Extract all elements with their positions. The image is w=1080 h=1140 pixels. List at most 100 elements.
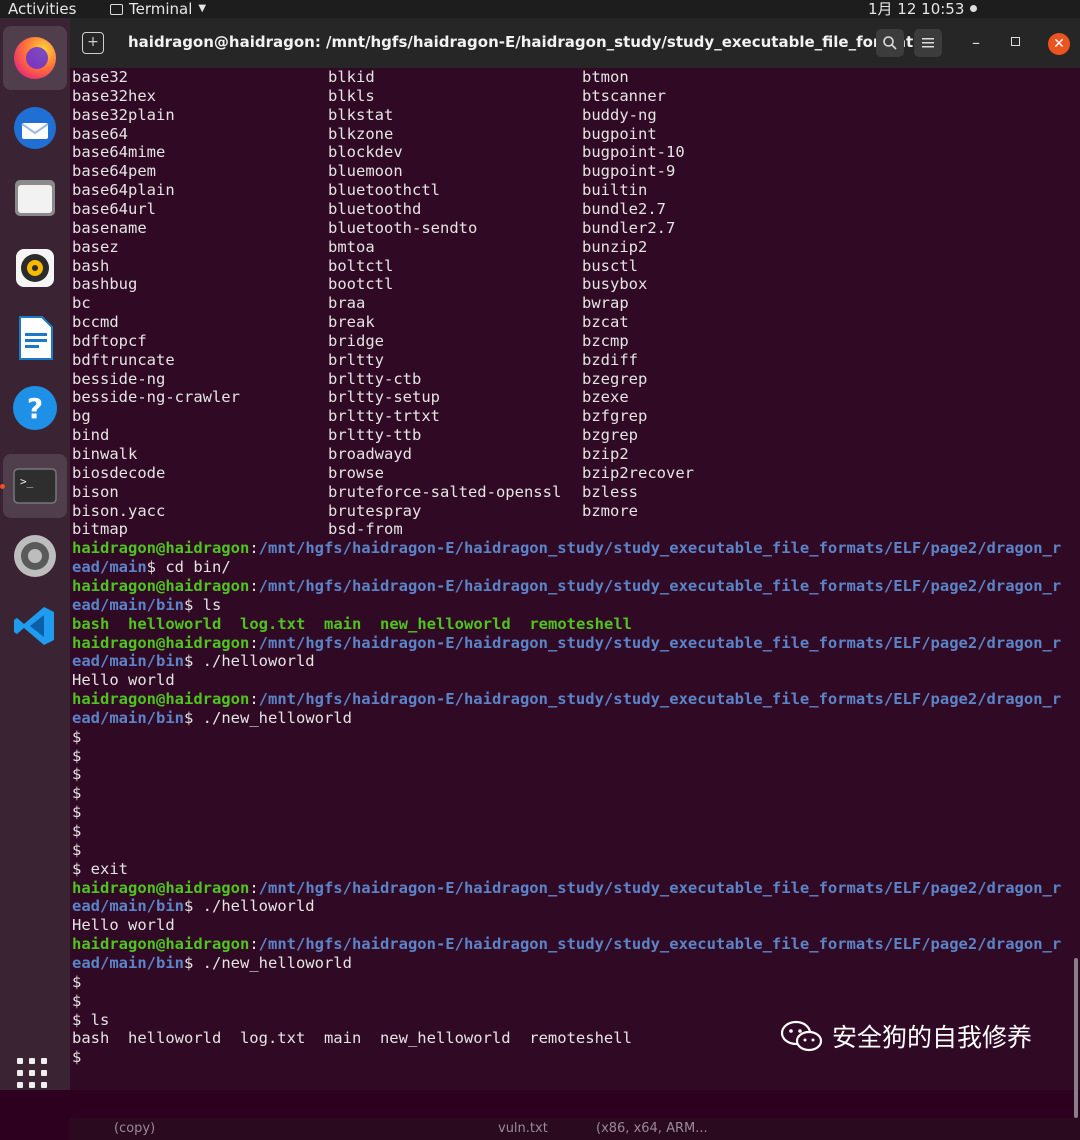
dock-writer[interactable] — [3, 306, 67, 370]
prompt-colon: : — [249, 690, 259, 709]
vscode-icon — [14, 607, 54, 645]
command: cd bin/ — [156, 558, 231, 577]
listing-cell: bzdiff — [582, 350, 638, 369]
prompt-dollar: $ — [183, 652, 194, 671]
prompt-path-wrap: ead/main/bin — [72, 953, 184, 972]
prompt-line: haidragon@haidragon:/mnt/hgfs/haidragon-… — [72, 690, 1061, 709]
prompt-path: /mnt/hgfs/haidragon-E/haidragon_study/st… — [258, 576, 1062, 595]
shell-dollar: $ — [72, 822, 82, 840]
watermark-text: 安全狗的自我修养 — [832, 1023, 1033, 1052]
listing-row: base64plain bluetoothctl builtin — [72, 181, 647, 200]
prompt-user: haidragon@haidragon — [72, 935, 250, 954]
listing-cell: base64url — [72, 199, 156, 218]
listing-cell: blockdev — [328, 143, 403, 162]
header-bar: + haidragon@haidragon: /mnt/hgfs/haidrag… — [70, 18, 1080, 68]
listing-cell: browse — [328, 463, 384, 482]
notification-dot-icon — [970, 5, 977, 12]
shell-line: bash helloworld log.txt main new_hellowo… — [72, 1029, 632, 1048]
prompt-user: haidragon@haidragon — [72, 539, 250, 558]
listing-cell: bzless — [582, 482, 638, 501]
wechat-icon — [780, 1020, 823, 1052]
listing-cell: besside-ng — [72, 369, 166, 388]
dock-vscode[interactable] — [3, 594, 67, 658]
listing-cell: bluemoon — [328, 162, 403, 181]
shell-dollar: $ — [72, 746, 82, 765]
prompt-line-wrap: ead/main$ cd bin/ — [72, 558, 231, 577]
prompt-colon: : — [249, 935, 259, 954]
listing-cell: bwrap — [582, 294, 629, 313]
shell-line: $ — [72, 1048, 81, 1067]
terminal-window: + haidragon@haidragon: /mnt/hgfs/haidrag… — [70, 18, 1080, 1140]
strip-mid: vuln.txt — [498, 1121, 548, 1136]
close-button[interactable]: ✕ — [1048, 33, 1070, 55]
listing-cell: base64plain — [72, 181, 175, 200]
prompt-line-wrap: ead/main/bin$ ./new_helloworld — [72, 954, 352, 973]
listing-cell: busctl — [582, 256, 638, 275]
shell-cursor-line: $ — [72, 1048, 82, 1067]
show-applications-icon[interactable] — [17, 1058, 49, 1090]
listing-row: bdftopcf bridge bzcmp — [72, 332, 629, 351]
activities-button[interactable]: Activities — [8, 0, 76, 18]
shell-line: $ ls — [72, 1011, 109, 1030]
new-tab-button[interactable]: + — [82, 32, 104, 54]
listing-cell: bdftruncate — [72, 350, 175, 369]
search-icon — [883, 36, 897, 50]
listing-row: bison.yacc brutespray bzmore — [72, 502, 638, 521]
listing-cell: binwalk — [72, 445, 138, 463]
hamburger-menu-icon — [922, 38, 934, 48]
listing-cell: bluetoothctl — [328, 181, 440, 200]
shell-line: $ — [72, 784, 81, 803]
prompt-dollar: $ — [183, 595, 194, 614]
prompt-colon: : — [249, 633, 259, 652]
svg-text:>_: >_ — [20, 475, 34, 488]
dock-help[interactable]: ? — [3, 376, 67, 440]
listing-cell: busybox — [582, 275, 648, 294]
listing-cell: bunzip2 — [582, 237, 648, 256]
listing-cell: biosdecode — [72, 463, 166, 482]
prompt-dollar: $ — [183, 953, 194, 972]
prompt-colon: : — [249, 539, 259, 558]
command: ./new_helloworld — [193, 708, 352, 727]
scrollbar[interactable] — [1074, 958, 1078, 1118]
prompt-line: haidragon@haidragon:/mnt/hgfs/haidragon-… — [72, 935, 1061, 954]
maximize-button[interactable] — [1011, 37, 1020, 46]
listing-cell: bzmore — [582, 501, 638, 520]
listing-row: bccmd break bzcat — [72, 313, 629, 332]
listing-cell: bc — [72, 294, 91, 313]
prompt-colon: : — [249, 576, 259, 595]
rhythmbox-icon — [16, 249, 54, 287]
listing-cell: bugpoint-10 — [582, 143, 685, 162]
listing-row: bg brltty-trtxt bzfgrep — [72, 407, 647, 426]
strip-right: (x86, x64, ARM... — [596, 1121, 708, 1136]
dock-settings[interactable] — [3, 524, 67, 588]
dock-terminal[interactable]: >_ — [3, 454, 67, 518]
search-button[interactable] — [876, 29, 904, 57]
terminal-output[interactable]: base32 blkid btmon base32hex blkls btscanner b… — [70, 68, 1080, 1140]
listing-cell: bridge — [328, 331, 384, 350]
listing-cell: broadwayd — [328, 445, 412, 463]
dock-files[interactable] — [3, 166, 67, 230]
app-menu[interactable]: Terminal ▼ — [110, 0, 206, 18]
caret-down-icon: ▼ — [198, 3, 207, 14]
listing-cell: bg — [72, 407, 91, 426]
shell-exit: $ exit — [72, 859, 128, 878]
menu-button[interactable] — [914, 29, 942, 57]
listing-cell: brltty-trtxt — [328, 407, 440, 426]
shell-line: $ — [72, 822, 81, 841]
minimize-button[interactable]: – — [972, 33, 980, 52]
listing-row: binwalk broadwayd bzip2 — [72, 445, 629, 464]
dock-rhythmbox[interactable] — [3, 236, 67, 300]
listing-cell: bzip2recover — [582, 463, 694, 482]
ls-output: bash helloworld log.txt main new_hellowo… — [72, 615, 632, 634]
listing-cell: bashbug — [72, 275, 138, 294]
firefox-icon — [14, 37, 56, 79]
prompt-line: haidragon@haidragon:/mnt/hgfs/haidragon-… — [72, 539, 1061, 558]
clock[interactable]: 1月 12 10:53 — [868, 0, 964, 18]
dock-firefox[interactable] — [3, 26, 67, 90]
listing-cell: brltty-ttb — [328, 426, 422, 445]
shell-line: $ — [72, 728, 81, 747]
output-line: Hello world — [72, 671, 175, 690]
command: ./helloworld — [193, 897, 315, 916]
dock-thunderbird[interactable] — [3, 96, 67, 160]
listing-cell: bzfgrep — [582, 407, 648, 426]
